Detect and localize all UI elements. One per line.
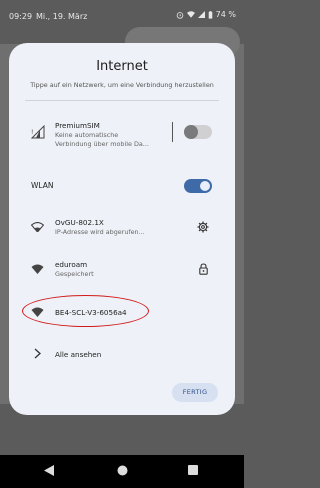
divider-top: [25, 100, 219, 101]
dialog-title: Internet: [96, 59, 148, 74]
highlight-ellipse: [22, 295, 149, 327]
mobile-data-toggle[interactable]: [184, 125, 212, 139]
svg-text:!: !: [31, 129, 33, 136]
wifi-network-row[interactable]: eduroam Gespeichert: [9, 255, 235, 285]
wifi-icon: [31, 222, 44, 232]
wlan-toggle[interactable]: [184, 179, 212, 193]
done-button[interactable]: FERTIG: [172, 383, 218, 402]
mobile-network-status-line2: Verbindung über mobile Da...: [55, 140, 149, 148]
battery-percent: 74 %: [215, 10, 236, 19]
recents-icon[interactable]: [188, 465, 198, 475]
status-icons: 74 %: [176, 10, 236, 19]
toggle-separator: [172, 122, 173, 142]
mobile-network-status-line1: Keine automatische: [55, 131, 119, 139]
back-icon[interactable]: [44, 465, 54, 476]
see-all-label: Alle ansehen: [55, 350, 102, 359]
chevron-right-icon: [34, 348, 41, 359]
toggle-knob: [184, 125, 198, 139]
toggle-knob: [200, 181, 210, 191]
signal-icon: [197, 11, 205, 18]
status-time: 09:29: [9, 12, 33, 21]
internet-dialog: Internet Tippe auf ein Netzwerk, um eine…: [9, 43, 235, 415]
see-all-row[interactable]: Alle ansehen: [9, 343, 235, 365]
mobile-network-row[interactable]: ! PremiumSIM Keine automatische Verbindu…: [9, 115, 235, 155]
mobile-signal-icon: !: [31, 125, 45, 139]
wlan-label: WLAN: [31, 181, 54, 190]
wifi-network-row[interactable]: OvGU-802.1X IP-Adresse wird abgerufen...: [9, 213, 235, 243]
wifi-network-name: OvGU-802.1X: [55, 218, 104, 227]
home-icon[interactable]: [117, 465, 128, 476]
battery-icon: [208, 10, 212, 19]
wlan-row[interactable]: WLAN: [9, 177, 235, 197]
settings-gear-icon[interactable]: [197, 221, 209, 233]
lock-icon: [199, 263, 208, 275]
mobile-network-name: PremiumSIM: [55, 121, 100, 130]
navigation-bar: [0, 455, 244, 488]
wifi-network-status: IP-Adresse wird abgerufen...: [55, 228, 145, 236]
wifi-icon: [31, 264, 44, 274]
alarm-icon: [176, 11, 183, 19]
status-bar: 09:29 Mi., 19. März 74 %: [0, 0, 244, 30]
wifi-network-status: Gespeichert: [55, 270, 94, 278]
wifi-network-name: eduroam: [55, 260, 88, 269]
status-date: Mi., 19. März: [36, 12, 88, 21]
dialog-subtitle: Tippe auf ein Netzwerk, um eine Verbindu…: [30, 81, 214, 89]
wifi-status-icon: [186, 11, 195, 18]
